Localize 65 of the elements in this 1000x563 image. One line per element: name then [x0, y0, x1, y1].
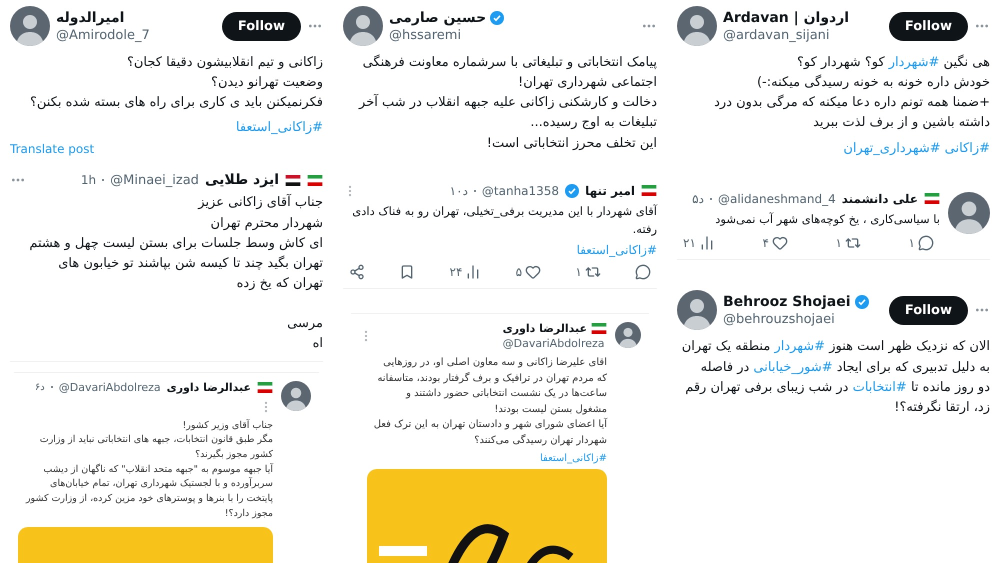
tweet-text: آقای شهردار با این مدیریت برفی_تخیلی، تهران رو به فناک دادی رفته. [351, 202, 657, 238]
user-handle[interactable]: @Minaei_izad [110, 172, 199, 188]
tweet-text: اقای علیرضا زاکانی و سه معاون اصلی او، در روزهایی که مردم تهران در ترافیک و برف گرفتار بودند، متاسفانه ساعت‌ها در یک نشست انتخاباتی حضور داشتند و مشغول بستن لیست بودند! آیا اعضای شورای شهر و دادستان تهران به این ترک فعل شهردار تهران رسیدگی می‌کنند؟ [372, 356, 607, 448]
user-handle[interactable]: @ardavan_sijani [723, 28, 850, 42]
user-name[interactable]: حسین صارمی [389, 10, 486, 26]
repost-button[interactable]: ۱ [575, 264, 601, 280]
user-handle[interactable]: @hssaremi [389, 28, 504, 42]
tweet-text: پیامک انتخاباتی و تبلیغاتی با سرشماره معاونت فرهنگی اجتماعی شهرداری تهران! دخالت و کارشکنی زاکانی علیه جبهه انقلاب در شب آخر تبلیغات به اوج رسیده... این تخلف محرز انتخاباتی است! [358, 54, 657, 153]
flag-icon [307, 174, 323, 186]
avatar [10, 6, 50, 46]
tweet-text: هی نگین #شهردار کو؟ شهردار کو؟ خودش داره خونه به خونه رسیدگی میکنه:-) +ضمنا همه تونم داره دعا میکنه که مرگی بدون درد داشته باشین و از برف لذت ببرید [713, 54, 990, 132]
views-icon [698, 235, 715, 252]
repost-button[interactable]: ۱ [836, 235, 861, 252]
like-button[interactable]: ۵ [516, 264, 542, 280]
user-name[interactable]: ایزد طلایی [204, 172, 279, 188]
avatar [677, 6, 717, 46]
user-name[interactable]: Ardavan | اردوان [723, 10, 850, 26]
tweet-text: جناب آقای زاکانی عزیز شهردار محترم تهران ای کاش وسط جلسات برای بستن لیست چهل و هشتم تهران بگید چند تا کیسه شن بپاشند تو خیابون های تهران که یخ زده مرسی اه [28, 193, 323, 354]
bookmark-button[interactable] [399, 264, 416, 280]
user-name[interactable]: عبدالرضا داوری [502, 322, 587, 336]
reply-button[interactable] [635, 264, 651, 280]
flag-icon [285, 174, 301, 186]
post-time: ۱۰د [450, 184, 468, 198]
user-handle[interactable]: @DavariAbdolreza [502, 337, 607, 350]
views-icon [465, 264, 482, 280]
post-time: ۵د [692, 192, 704, 206]
follow-button[interactable]: Follow [888, 12, 968, 40]
post-time: ۶د [34, 382, 45, 393]
tweet-text: جناب آقای وزیر کشور! مگر طبق قانون انتخابات، جبهه های انتخاباتی نباید از وزارت کشور مجوز بگیرند؟ آیا جبهه موسوم به "جبهه متحد انقلاب" که ناگهان از دیشب سربرآورده و با لجستیک شهرداری تهران، تمام خیابان‌های پایتخت را با بنرها و پوسترهای خود مزین کرده، از وزارت کشور مجوز دارد؟! [24, 418, 273, 521]
avatar [677, 290, 717, 330]
user-handle[interactable]: @alidaneshmand_4 [718, 192, 836, 206]
flag-icon [591, 323, 607, 334]
like-button[interactable]: ۴ [762, 235, 788, 252]
flag-icon [924, 193, 940, 204]
reply-button[interactable]: ۱ [908, 235, 934, 252]
reply-icon [635, 264, 651, 280]
avatar [343, 6, 383, 46]
tweet-text: با سیاسی‌کاری ، یخ کوچه‌های شهر آب نمی‌شود [714, 210, 940, 228]
bookmark-icon [399, 264, 416, 280]
heart-icon [772, 235, 788, 252]
views-button[interactable]: ۲۴ [450, 264, 482, 280]
user-handle[interactable]: @behrouzshojaei [723, 312, 869, 327]
avatar [281, 380, 311, 411]
user-name[interactable]: عبدالرضا داوری [166, 380, 251, 394]
follow-button[interactable]: Follow [888, 296, 968, 325]
share-icon [349, 264, 366, 280]
user-handle[interactable]: @tanha1358 [482, 184, 560, 198]
user-name[interactable]: علی دانشمند [842, 192, 918, 206]
tweet-text: زاکانی و تیم انقلابیشون دقیقا کجان؟ وضعیت تهرانو دیدن؟ فکرنمیکنن باید ی کاری برای راه های بسته شده بکنن؟ [28, 54, 323, 112]
heart-icon [525, 264, 542, 280]
views-button[interactable]: ۲۱ [683, 235, 715, 252]
follow-button[interactable]: Follow [222, 12, 301, 40]
avatar [615, 322, 641, 348]
tweet-text: الان که نزدیک ظهر است هنوز #شهردار منطقه یک تهران به دلیل تدبیری که برای ایجاد #شور_خیابانی در فاصله دو روز مانده تا #انتخابات در شب زیبای برفی تهران رقم زد، ارتقا نگرفته؟! [680, 338, 990, 417]
user-name[interactable]: اميرالدوله [56, 10, 124, 26]
share-button[interactable] [349, 264, 366, 280]
flag-icon [641, 185, 657, 196]
user-name[interactable]: Behrooz Shojaei [723, 294, 851, 310]
user-handle[interactable]: @Amirodole_7 [56, 28, 150, 42]
flag-icon [257, 382, 273, 393]
reply-icon [918, 235, 934, 252]
user-handle[interactable]: @DavariAbdolreza [58, 380, 161, 394]
avatar [948, 192, 990, 234]
user-name[interactable]: امیر تنها [585, 184, 635, 198]
post-time: 1h [80, 173, 96, 188]
